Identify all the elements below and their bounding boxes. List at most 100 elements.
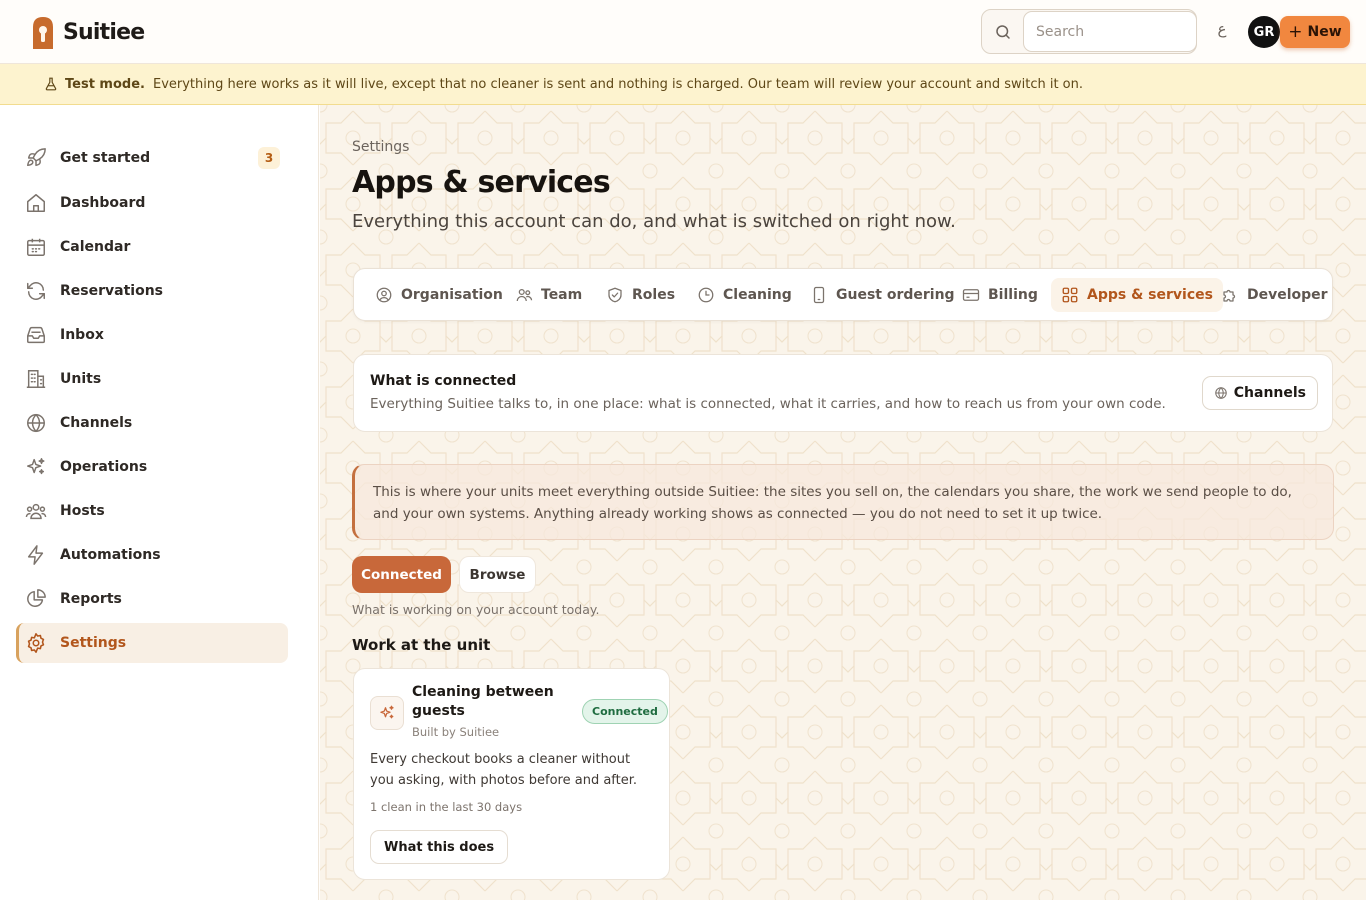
channels-button-label: Channels — [1233, 385, 1306, 401]
grid-icon — [1062, 287, 1078, 303]
tab-label: Team — [541, 287, 583, 303]
top-bar: Suitiee ع GR + New — [0, 0, 1366, 64]
filter-connected-button[interactable]: Connected — [352, 556, 451, 593]
team-icon — [516, 288, 533, 302]
inbox-icon — [24, 323, 48, 347]
sidebar-item-units[interactable]: Units — [16, 359, 288, 399]
sidebar-item-channels[interactable]: Channels — [16, 403, 288, 443]
building-icon — [24, 367, 48, 391]
sidebar-item-label: Get started — [60, 150, 151, 166]
page-subtitle: Everything this account can do, and what… — [352, 211, 956, 232]
sidebar-item-dashboard[interactable]: Dashboard — [16, 183, 288, 223]
puzzle-icon — [1223, 289, 1236, 302]
globe-icon — [24, 411, 48, 435]
clock-icon — [698, 287, 714, 303]
sidebar-item-label: Automations — [60, 547, 161, 563]
tab-billing[interactable]: Billing — [952, 278, 1048, 312]
new-button-label: New — [1307, 24, 1342, 40]
banner-title: Test mode. — [65, 76, 145, 92]
card-description: Everything Suitiee talks to, in one plac… — [370, 396, 1166, 412]
shield-check-icon — [608, 287, 622, 303]
tab-developer[interactable]: Developer — [1211, 278, 1338, 312]
info-note: This is where your units meet everything… — [352, 464, 1334, 540]
avatar[interactable]: GR — [1248, 16, 1280, 48]
tab-label: Cleaning — [723, 287, 792, 303]
section-title: Work at the unit — [352, 636, 491, 654]
search-button[interactable] — [982, 10, 1023, 53]
tab-cleaning[interactable]: Cleaning — [687, 278, 802, 312]
sidebar-item-label: Units — [60, 371, 102, 387]
tab-roles[interactable]: Roles — [596, 278, 685, 312]
page-title: Apps & services — [352, 165, 611, 200]
search-icon — [995, 24, 1010, 39]
tab-team[interactable]: Team — [505, 278, 592, 312]
sparkles-icon — [24, 455, 48, 479]
tab-guest-ordering[interactable]: Guest ordering — [800, 278, 965, 312]
channels-button[interactable]: Channels — [1201, 376, 1318, 410]
tab-label: Apps & services — [1087, 287, 1213, 303]
sidebar-item-label: Inbox — [60, 327, 104, 343]
tab-organisation[interactable]: Organisation — [365, 278, 513, 312]
logo-text: Suitiee — [63, 20, 145, 45]
logo-icon — [33, 17, 53, 49]
service-card-cleaning: Cleaning between guests Built by Suitiee… — [353, 668, 670, 880]
sidebar-item-hosts[interactable]: Hosts — [16, 491, 288, 531]
sync-icon — [24, 279, 48, 303]
user-circle-icon — [376, 287, 392, 303]
sidebar-item-calendar[interactable]: Calendar — [16, 227, 288, 267]
tab-label: Developer — [1247, 287, 1328, 303]
service-description: Every checkout books a cleaner without y… — [370, 752, 638, 788]
rocket-icon — [24, 146, 48, 170]
tab-label: Billing — [988, 287, 1038, 303]
sidebar-item-get-started[interactable]: Get started 3 — [16, 138, 288, 178]
test-mode-banner: Test mode. Everything here works as it w… — [0, 64, 1366, 105]
sidebar-item-label: Dashboard — [60, 195, 146, 211]
get-started-count-badge: 3 — [258, 147, 280, 169]
what-this-does-button[interactable]: What this does — [370, 830, 509, 864]
gear-icon — [24, 631, 48, 655]
language-toggle[interactable]: ع — [1214, 20, 1230, 44]
card-title: What is connected — [370, 373, 517, 389]
sidebar-item-label: Calendar — [60, 239, 131, 255]
tab-label: Roles — [632, 287, 676, 303]
logo[interactable]: Suitiee — [30, 16, 145, 49]
status-badge: Connected — [582, 699, 668, 724]
main-content: Settings Apps & services Everything this… — [320, 105, 1366, 900]
sidebar-item-label: Settings — [60, 635, 127, 651]
filter-hint: What is working on your account today. — [352, 602, 600, 617]
sidebar-item-automations[interactable]: Automations — [16, 535, 288, 575]
filter-browse-button[interactable]: Browse — [459, 556, 536, 593]
credit-card-icon — [962, 289, 980, 301]
search-input[interactable] — [1023, 11, 1197, 52]
service-usage: 1 clean in the last 30 days — [370, 800, 523, 814]
pie-chart-icon — [24, 587, 48, 611]
home-icon — [24, 191, 48, 215]
phone-icon — [813, 286, 825, 304]
sidebar-item-inbox[interactable]: Inbox — [16, 315, 288, 355]
settings-tabs: Organisation Team Roles Cleaning Guest o… — [353, 268, 1333, 321]
what-is-connected-card: What is connected Everything Suitiee tal… — [353, 354, 1333, 432]
search-box — [981, 9, 1197, 54]
new-button[interactable]: + New — [1280, 16, 1350, 48]
flask-icon — [45, 77, 57, 91]
bolt-icon — [24, 543, 48, 567]
tab-label: Organisation — [401, 287, 503, 303]
sidebar-item-label: Hosts — [60, 503, 105, 519]
service-name: Cleaning between guests — [412, 684, 554, 719]
sidebar-item-reports[interactable]: Reports — [16, 579, 288, 619]
sidebar-item-reservations[interactable]: Reservations — [16, 271, 288, 311]
plus-icon: + — [1288, 22, 1303, 42]
sidebar-item-operations[interactable]: Operations — [16, 447, 288, 487]
tab-apps-services[interactable]: Apps & services — [1051, 278, 1223, 312]
service-icon — [370, 696, 404, 730]
banner-text: Everything here works as it will live, e… — [152, 76, 1084, 92]
breadcrumb[interactable]: Settings — [352, 139, 409, 155]
sidebar-item-label: Operations — [60, 459, 148, 475]
sidebar-item-label: Channels — [60, 415, 133, 431]
calendar-icon — [24, 235, 48, 259]
tab-label: Guest ordering — [836, 287, 955, 303]
users-icon — [24, 499, 48, 523]
sidebar-item-settings[interactable]: Settings — [16, 623, 288, 663]
sidebar-item-label: Reports — [60, 591, 122, 607]
sidebar: Get started 3 Dashboard Calendar Reserva… — [0, 105, 319, 900]
